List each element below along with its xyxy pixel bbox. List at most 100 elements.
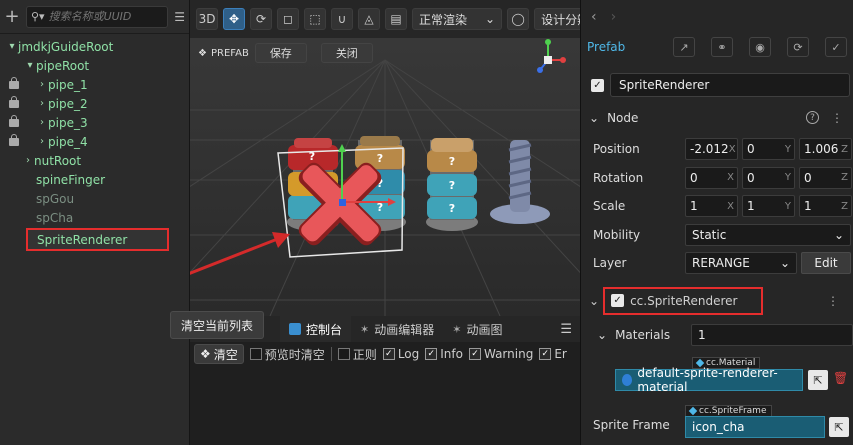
layer-edit-button[interactable]: Edit: [801, 252, 851, 275]
tab-animation-editor[interactable]: ✶ 动画编辑器: [351, 316, 443, 342]
tree-node-piperoot[interactable]: ▾ pipeRoot: [0, 56, 189, 75]
open-prefab-icon[interactable]: ↗: [673, 37, 695, 57]
tree-node-pipe4[interactable]: › pipe_4: [0, 132, 189, 151]
checkmark-icon[interactable]: ✓: [425, 348, 438, 360]
chevron-down-icon[interactable]: ⌄: [589, 294, 599, 308]
pivot-icon[interactable]: ◬: [358, 8, 380, 30]
more-icon[interactable]: ⋮: [827, 294, 839, 308]
tab-console[interactable]: 控制台: [280, 316, 352, 342]
node-active-checkbox[interactable]: ✓: [591, 78, 604, 92]
design-resolution-select[interactable]: 设计分辨: [534, 8, 580, 30]
lightbulb-icon[interactable]: ◯: [507, 8, 530, 30]
hierarchy-search[interactable]: ⚲▾: [26, 5, 169, 28]
lock-icon[interactable]: [9, 77, 19, 90]
close-button[interactable]: 关闭: [320, 43, 373, 63]
more-icon[interactable]: ⋮: [831, 111, 843, 125]
tree-node-nutroot[interactable]: › nutRoot: [0, 151, 189, 170]
tree-node-spgou[interactable]: spGou: [0, 189, 189, 208]
node-section-header[interactable]: ⌄ Node ? ⋮: [581, 103, 853, 133]
tree-node-jmdkjguideroot[interactable]: ▾ jmdkjGuideRoot: [0, 37, 189, 56]
log-checkbox[interactable]: ✓ Log: [382, 347, 419, 361]
checkmark-icon[interactable]: ✓: [382, 348, 395, 360]
checkbox-box[interactable]: [249, 348, 262, 360]
component-header[interactable]: ⌄ ✓ cc.SpriteRenderer ⋮: [581, 286, 853, 316]
regex-checkbox[interactable]: 正则: [337, 346, 377, 363]
tab-animation-graph[interactable]: ✶ 动画图: [443, 316, 511, 342]
rotation-z-field[interactable]: 0Z: [799, 166, 852, 189]
mobility-select[interactable]: Static ⌄: [685, 223, 851, 246]
magnet-icon[interactable]: ∪: [331, 8, 353, 30]
chevron-down-icon[interactable]: ⌄: [597, 328, 607, 342]
tree-node-spcha[interactable]: spCha: [0, 208, 189, 227]
trash-icon[interactable]: 🗑: [833, 371, 848, 385]
chevron-right-icon[interactable]: ›: [36, 136, 48, 147]
lock-icon[interactable]: [9, 96, 19, 109]
render-mode-select[interactable]: 正常渲染 ⌄: [412, 8, 503, 30]
list-options-icon[interactable]: ☰: [174, 10, 185, 24]
search-input[interactable]: [48, 10, 159, 23]
help-icon[interactable]: ?: [806, 111, 819, 124]
add-icon[interactable]: +: [4, 6, 20, 27]
checkmark-icon[interactable]: ✓: [539, 348, 552, 360]
chevron-down-icon[interactable]: ▾: [6, 41, 18, 52]
preview-clear-checkbox[interactable]: 预览时清空: [249, 346, 325, 363]
tree-node-label: pipe_2: [48, 96, 88, 111]
tree-node-spriterenderer[interactable]: SpriteRenderer: [26, 228, 169, 251]
tree-node-spinefinger[interactable]: spineFinger: [0, 170, 189, 189]
prefab-label-text: PREFAB: [210, 47, 249, 59]
scale-x-field[interactable]: 1X: [685, 195, 738, 218]
lock-icon[interactable]: [9, 134, 19, 147]
node-tree: ▾ jmdkjGuideRoot ▾ pipeRoot › pipe_1 › p…: [0, 34, 189, 251]
scene-view[interactable]: ? ? ? ? ? ? ? 3D ✥ ⟳ ◻ ⬚ ∪ ◬ ▤ 正常渲染 ⌄ ◯ …: [190, 0, 580, 316]
checkbox-box[interactable]: [337, 348, 350, 360]
back-icon[interactable]: ‹: [591, 9, 597, 25]
warning-checkbox[interactable]: ✓ Warning: [468, 347, 533, 361]
render-mode-label: 正常渲染: [419, 12, 468, 27]
tree-node-pipe1[interactable]: › pipe_1: [0, 75, 189, 94]
materials-count-field[interactable]: 1: [691, 323, 853, 346]
scale-tool-icon[interactable]: ◻: [277, 8, 299, 30]
position-y-field[interactable]: 0Y: [742, 138, 795, 161]
checkmark-icon[interactable]: ✓: [468, 348, 481, 360]
rect-tool-icon[interactable]: ⬚: [304, 8, 326, 30]
unlink-icon[interactable]: ⚭: [711, 37, 733, 57]
chevron-right-icon[interactable]: ›: [36, 117, 48, 128]
layer-select[interactable]: RERANGE ⌄: [685, 252, 797, 275]
chevron-right-icon[interactable]: ›: [36, 98, 48, 109]
revert-icon[interactable]: ⟳: [787, 37, 809, 57]
node-name-input[interactable]: SpriteRenderer: [610, 73, 850, 97]
rotate-tool-icon[interactable]: ⟳: [250, 8, 272, 30]
rotation-y-field[interactable]: 0Y: [742, 166, 795, 189]
rotation-vector: 0X 0Y 0Z: [685, 166, 852, 189]
save-button[interactable]: 保存: [254, 43, 307, 63]
scale-z-field[interactable]: 1Z: [799, 195, 852, 218]
sprite-frame-asset-field[interactable]: icon_cha: [685, 416, 825, 438]
apply-icon[interactable]: ✓: [825, 37, 847, 57]
locate-icon[interactable]: ◉: [749, 37, 771, 57]
position-z-field[interactable]: 1.006 Z: [799, 138, 852, 161]
toggle-3d-button[interactable]: 3D: [196, 8, 218, 30]
pick-asset-icon[interactable]: ⇱: [808, 370, 828, 390]
tree-node-pipe2[interactable]: › pipe_2: [0, 94, 189, 113]
chevron-right-icon[interactable]: ›: [22, 155, 34, 166]
local-global-icon[interactable]: ▤: [385, 8, 407, 30]
error-checkbox[interactable]: ✓ Er: [539, 347, 567, 361]
forward-icon[interactable]: ›: [611, 9, 617, 25]
chevron-right-icon[interactable]: ›: [36, 79, 48, 90]
clear-button[interactable]: ❖ 清空: [194, 344, 244, 364]
move-tool-icon[interactable]: ✥: [223, 8, 245, 30]
value: 0: [747, 170, 755, 185]
lock-icon[interactable]: [9, 115, 19, 128]
chevron-down-icon[interactable]: ▾: [24, 60, 36, 71]
tree-node-pipe3[interactable]: › pipe_3: [0, 113, 189, 132]
rotation-x-field[interactable]: 0X: [685, 166, 738, 189]
info-checkbox[interactable]: ✓ Info: [425, 347, 463, 361]
tree-node-label: pipeRoot: [36, 58, 90, 73]
prop-label: Rotation: [593, 170, 644, 185]
menu-icon[interactable]: ☰: [560, 322, 580, 337]
component-enabled-checkbox[interactable]: ✓: [611, 294, 625, 307]
pick-asset-icon[interactable]: ⇱: [829, 417, 849, 437]
scale-y-field[interactable]: 1Y: [742, 195, 795, 218]
material-asset-field[interactable]: default-sprite-renderer-material: [615, 366, 803, 394]
position-x-field[interactable]: -2.012 X: [685, 138, 738, 161]
